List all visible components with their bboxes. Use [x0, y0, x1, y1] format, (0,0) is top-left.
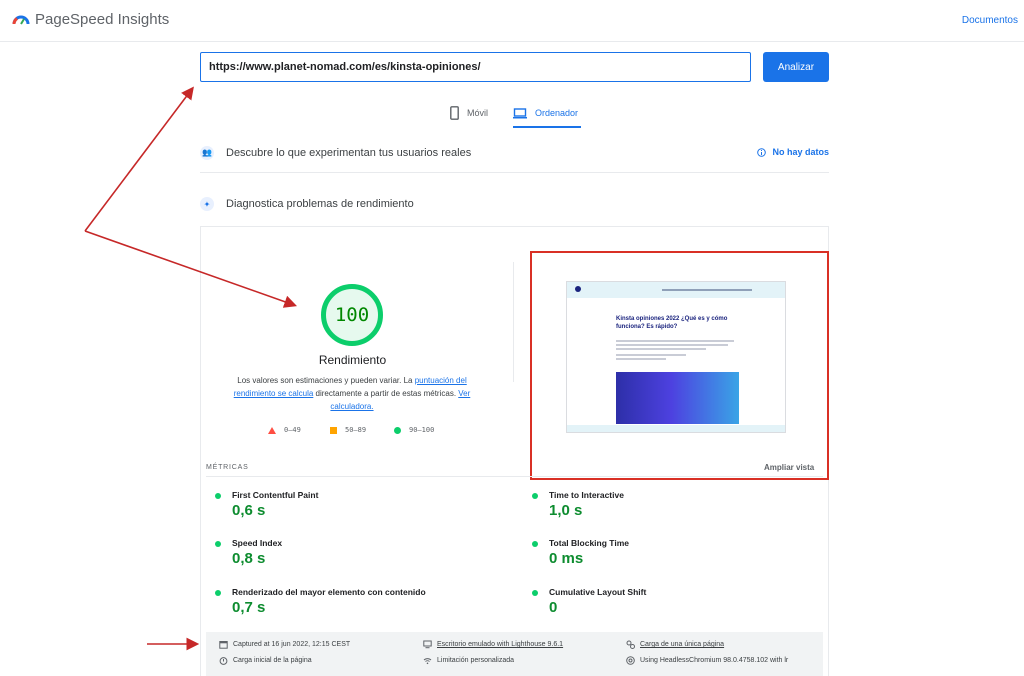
throttling-text: Limitación personalizada: [437, 657, 515, 664]
page-load-icon: [626, 640, 635, 649]
pass-dot-icon: [532, 541, 538, 547]
thumbnail-footer-bar: [567, 425, 785, 432]
fail-triangle-icon: [268, 426, 276, 434]
lab-data-section: ✦ Diagnostica problemas de rendimiento: [200, 184, 829, 224]
thumbnail-nav-bar: [567, 282, 785, 298]
metric-value: 0 ms: [549, 550, 584, 567]
no-data-link[interactable]: No hay datos: [757, 147, 829, 157]
app-title[interactable]: PageSpeed Insights: [35, 11, 169, 28]
metric-name: Total Blocking Time: [549, 538, 629, 548]
metric-value: 1,0 s: [549, 502, 583, 519]
metric-tbt: Total Blocking Time 0 ms: [532, 538, 822, 584]
users-icon: 👥: [200, 145, 214, 160]
tab-desktop[interactable]: Ordenador: [513, 102, 578, 124]
calendar-icon: [219, 641, 228, 649]
metric-tti: Time to Interactive 1,0 s: [532, 490, 822, 536]
single-page-text: Carga de una única página: [640, 641, 725, 648]
emulated-info[interactable]: Escritorio emulado with Lighthouse 9.6.1: [423, 640, 563, 649]
metric-name: Renderizado del mayor elemento con conte…: [232, 587, 426, 597]
thumbnail-text-lines: [616, 340, 736, 362]
metric-cls: Cumulative Layout Shift 0: [532, 587, 822, 633]
captured-info: Captured at 16 jun 2022, 12:15 CEST: [219, 640, 350, 649]
pass-dot-icon: [532, 590, 538, 596]
legend-average: 50–89: [330, 426, 366, 434]
initial-load-text: Carga inicial de la página: [233, 657, 312, 664]
emulated-text: Escritorio emulado with Lighthouse 9.6.1: [437, 641, 564, 648]
metrics-heading: MÉTRICAS: [206, 464, 249, 471]
url-input[interactable]: [200, 52, 751, 82]
info-icon: [757, 147, 767, 157]
lab-data-title: Diagnostica problemas de rendimiento: [226, 198, 414, 210]
performance-title: Rendimiento: [318, 353, 387, 367]
captured-text: Captured at 16 jun 2022, 12:15 CEST: [233, 641, 351, 648]
single-page-info[interactable]: Carga de una única página: [626, 640, 724, 649]
no-data-label: No hay datos: [772, 147, 829, 157]
metric-lcp: Renderizado del mayor elemento con conte…: [215, 587, 505, 633]
active-tab-indicator: [513, 126, 581, 128]
performance-description: Los valores son estimaciones y pueden va…: [228, 374, 476, 413]
legend-fail-range: 0–49: [284, 426, 301, 434]
tab-mobile[interactable]: Móvil: [450, 102, 488, 124]
legend-pass-range: 90–100: [409, 426, 435, 434]
analyze-button[interactable]: Analizar: [763, 52, 829, 82]
metric-name: Speed Index: [232, 538, 283, 548]
timer-icon: [219, 657, 228, 665]
tab-mobile-label: Móvil: [467, 108, 489, 118]
metric-speed-index: Speed Index 0,8 s: [215, 538, 505, 584]
laptop-icon: [513, 107, 527, 118]
chrome-icon: [626, 656, 635, 665]
field-data-section: 👥 Descubre lo que experimentan tus usuar…: [200, 133, 829, 173]
pass-dot-icon: [215, 541, 221, 547]
metric-fcp: First Contentful Paint 0,6 s: [215, 490, 505, 536]
arrow-to-url: [84, 86, 194, 232]
phone-icon: [450, 106, 459, 120]
throttling-info: Limitación personalizada: [423, 656, 514, 665]
metric-name: First Contentful Paint: [232, 490, 319, 500]
metric-value: 0,6 s: [232, 502, 266, 519]
run-info-box: [206, 632, 823, 676]
field-data-title: Descubre lo que experimentan tus usuario…: [226, 146, 472, 159]
top-bar: PageSpeed Insights Documentos: [0, 0, 1024, 42]
pass-dot-icon: [215, 493, 221, 499]
desc-text-2: directamente a partir de estas métricas.: [313, 389, 459, 398]
metrics-divider: [206, 476, 823, 477]
legend-pass: 90–100: [394, 426, 434, 434]
pass-dot-icon: [215, 590, 221, 596]
pagespeed-logo-icon: [12, 15, 30, 25]
wifi-icon: [423, 658, 432, 665]
performance-score-gauge: 100: [321, 284, 383, 346]
metric-value: 0: [549, 599, 558, 616]
pass-circle-icon: [394, 426, 401, 434]
pass-dot-icon: [532, 493, 538, 499]
docs-link[interactable]: Documentos: [962, 15, 1018, 26]
monitor-icon: [423, 640, 432, 649]
average-square-icon: [330, 426, 337, 434]
metric-name: Time to Interactive: [549, 490, 624, 500]
legend-fail: 0–49: [268, 426, 301, 434]
map-pin-icon: [575, 286, 581, 292]
desc-text-1: Los valores son estimaciones y pueden va…: [237, 376, 415, 385]
metric-name: Cumulative Layout Shift: [549, 587, 647, 597]
thumbnail-hero-image: [616, 372, 739, 424]
page-screenshot-thumbnail[interactable]: Kinsta opiniones 2022 ¿Qué es y cómo fun…: [566, 281, 786, 433]
browser-text: Using HeadlessChromium 98.0.4758.102 wit…: [640, 657, 789, 664]
expand-view-link[interactable]: Ampliar vista: [764, 463, 814, 472]
browser-info: Using HeadlessChromium 98.0.4758.102 wit…: [626, 656, 788, 665]
metric-value: 0,8 s: [232, 550, 266, 567]
tab-desktop-label: Ordenador: [535, 108, 579, 118]
diagnostics-icon: ✦: [200, 197, 214, 211]
metric-value: 0,7 s: [232, 599, 266, 616]
divider: [513, 262, 514, 382]
thumbnail-page-title: Kinsta opiniones 2022 ¿Qué es y cómo fun…: [616, 316, 728, 330]
initial-load-info: Carga inicial de la página: [219, 656, 312, 665]
legend-average-range: 50–89: [345, 426, 367, 434]
